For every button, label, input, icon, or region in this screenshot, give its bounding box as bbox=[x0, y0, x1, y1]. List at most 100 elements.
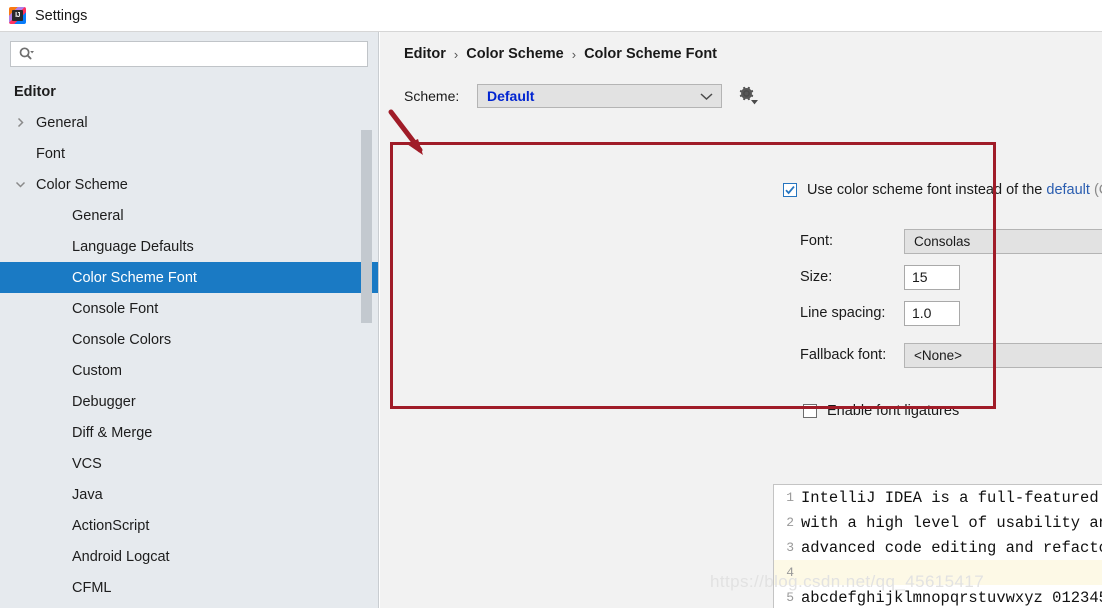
sidebar-item-label: Android Logcat bbox=[72, 548, 170, 565]
sidebar-item-cfml[interactable]: CFML bbox=[0, 572, 378, 603]
editor-line: 1 IntelliJ IDEA is a full-featured IDE bbox=[774, 485, 1102, 510]
font-label: Font: bbox=[800, 233, 834, 249]
sidebar-item-label: Console Font bbox=[72, 300, 159, 317]
fallback-font-row: Fallback font: <None> For symbols not su… bbox=[800, 342, 1102, 368]
font-dropdown[interactable]: Consolas bbox=[904, 228, 1102, 254]
title-bar: IJ Settings bbox=[0, 0, 1102, 32]
breadcrumb-separator: › bbox=[571, 46, 577, 62]
sidebar-item-vcs[interactable]: VCS bbox=[0, 448, 378, 479]
sidebar-item-general[interactable]: General bbox=[0, 200, 378, 231]
sidebar-item-actionscript[interactable]: ActionScript bbox=[0, 510, 378, 541]
fallback-font-dropdown[interactable]: <None> bbox=[904, 342, 1102, 368]
scheme-row: Scheme: Default bbox=[404, 84, 758, 108]
search-container bbox=[0, 32, 378, 67]
use-color-scheme-font-row[interactable]: Use color scheme font instead of the def… bbox=[783, 182, 1102, 198]
sidebar-item-custom[interactable]: Custom bbox=[0, 355, 378, 386]
sidebar-item-label: Java bbox=[72, 486, 103, 503]
settings-dialog: IJ Settings Editor General Font Color Schem… bbox=[0, 0, 1102, 608]
sidebar-item-label: General bbox=[36, 114, 88, 131]
sidebar-item-label: VCS bbox=[72, 455, 102, 472]
sidebar-item-color-scheme[interactable]: Color Scheme bbox=[0, 169, 378, 200]
enable-font-ligatures-checkbox[interactable] bbox=[803, 404, 817, 418]
sidebar-item-general[interactable]: General bbox=[0, 107, 378, 138]
scheme-settings-button[interactable] bbox=[736, 86, 758, 106]
chevron-right-icon[interactable] bbox=[15, 116, 29, 130]
sidebar-item-editor[interactable]: Editor bbox=[0, 76, 378, 107]
line-number: 1 bbox=[786, 490, 794, 505]
search-field[interactable] bbox=[10, 41, 368, 67]
sidebar-item-label: Color Scheme bbox=[36, 176, 128, 193]
sidebar-item-console-colors[interactable]: Console Colors bbox=[0, 324, 378, 355]
default-font-value: (Consolas,15) bbox=[1093, 182, 1102, 198]
font-row: Font: Consolas Show only monospaced font… bbox=[800, 228, 1102, 254]
line-number: 3 bbox=[786, 540, 794, 555]
default-font-link[interactable]: default bbox=[1046, 182, 1090, 198]
sidebar-item-label: Font bbox=[36, 145, 66, 162]
sidebar-item-diff-merge[interactable]: Diff & Merge bbox=[0, 417, 378, 448]
line-number: 2 bbox=[786, 515, 794, 530]
sidebar-item-label: Console Colors bbox=[72, 331, 172, 348]
size-input[interactable]: 15 bbox=[904, 264, 960, 290]
sidebar-item-label: Editor bbox=[14, 83, 56, 100]
line-spacing-input[interactable]: 1.0 bbox=[904, 300, 960, 326]
ligatures-row[interactable]: Enable font ligatures bbox=[803, 403, 959, 419]
sidebar-item-label: CFML bbox=[72, 579, 112, 596]
settings-content-panel: Editor › Color Scheme › Color Scheme Font Sc… bbox=[380, 32, 1102, 608]
sidebar-scrollbar-thumb[interactable] bbox=[361, 130, 372, 323]
scheme-dropdown[interactable]: Default bbox=[477, 84, 722, 108]
editor-line-text: abcdefghijklmnopqrstuvwxyz 0123456789 ()… bbox=[801, 588, 1102, 607]
size-row: Size: 15 bbox=[800, 264, 1102, 290]
sidebar-item-color-scheme-font[interactable]: Color Scheme Font bbox=[0, 262, 378, 293]
sidebar-item-java[interactable]: Java bbox=[0, 479, 378, 510]
sidebar-item-font[interactable]: Font bbox=[0, 138, 378, 169]
editor-line: 2 with a high level of usability and outs… bbox=[774, 510, 1102, 535]
fallback-font-value: <None> bbox=[914, 347, 963, 363]
intellij-idea-logo-icon: IJ bbox=[9, 7, 26, 24]
editor-line: 3 advanced code editing and refactoring s… bbox=[774, 535, 1102, 560]
line-spacing-label: Line spacing: bbox=[800, 305, 886, 321]
sidebar-item-label: Custom bbox=[72, 362, 122, 379]
use-color-scheme-font-label: Use color scheme font instead of the def… bbox=[807, 182, 1102, 198]
editor-lines: 1 IntelliJ IDEA is a full-featured IDE 2 wi… bbox=[774, 485, 1102, 608]
settings-tree: Editor General Font Color Scheme General Lang… bbox=[0, 76, 378, 603]
editor-line: 4 bbox=[774, 560, 1102, 585]
gear-dropdown-arrow-icon bbox=[750, 92, 758, 110]
window-title: Settings bbox=[35, 7, 88, 24]
breadcrumb-item-1[interactable]: Editor bbox=[404, 46, 446, 62]
sidebar-item-debugger[interactable]: Debugger bbox=[0, 386, 378, 417]
breadcrumb-item-2[interactable]: Color Scheme bbox=[466, 46, 564, 62]
search-input[interactable] bbox=[34, 43, 367, 65]
sidebar-item-label: ActionScript bbox=[72, 517, 150, 534]
size-label: Size: bbox=[800, 269, 833, 285]
sidebar-item-label: Diff & Merge bbox=[72, 424, 153, 441]
font-preview-editor[interactable]: 1 IntelliJ IDEA is a full-featured IDE 2 wi… bbox=[773, 484, 1102, 608]
chevron-down-icon bbox=[700, 89, 713, 104]
line-number: 4 bbox=[786, 565, 794, 580]
editor-line: 5 abcdefghijklmnopqrstuvwxyz 0123456789 (… bbox=[774, 585, 1102, 608]
font-dropdown-value: Consolas bbox=[914, 233, 971, 249]
search-icon bbox=[18, 46, 34, 62]
line-spacing-row: Line spacing: 1.0 bbox=[800, 300, 1102, 326]
enable-font-ligatures-label: Enable font ligatures bbox=[827, 403, 960, 419]
sidebar-item-console-font[interactable]: Console Font bbox=[0, 293, 378, 324]
settings-sidebar: Editor General Font Color Scheme General Lang… bbox=[0, 32, 379, 608]
breadcrumb: Editor › Color Scheme › Color Scheme Font bbox=[404, 46, 717, 62]
sidebar-item-android-logcat[interactable]: Android Logcat bbox=[0, 541, 378, 572]
sidebar-item-label: Color Scheme Font bbox=[72, 269, 197, 286]
use-color-scheme-font-checkbox[interactable] bbox=[783, 183, 797, 197]
sidebar-item-label: Debugger bbox=[72, 393, 136, 410]
use-font-text-before: Use color scheme font instead of the bbox=[807, 182, 1043, 198]
editor-line-text: IntelliJ IDEA is a full-featured IDE bbox=[801, 488, 1099, 507]
breadcrumb-separator: › bbox=[453, 46, 459, 62]
fallback-font-label: Fallback font: bbox=[800, 347, 887, 363]
sidebar-item-label: General bbox=[72, 207, 124, 224]
sidebar-item-label: Language Defaults bbox=[72, 238, 194, 255]
editor-line-text: with a high level of usability and outst… bbox=[801, 513, 1102, 532]
chevron-down-icon[interactable] bbox=[15, 178, 29, 192]
sidebar-item-language-defaults[interactable]: Language Defaults bbox=[0, 231, 378, 262]
line-number: 5 bbox=[786, 590, 794, 605]
scheme-label: Scheme: bbox=[404, 88, 460, 104]
breadcrumb-item-3: Color Scheme Font bbox=[584, 46, 718, 62]
editor-line-text: advanced code editing and refactoring su… bbox=[801, 538, 1102, 557]
font-options-form: Font: Consolas Show only monospaced font… bbox=[800, 228, 1102, 378]
